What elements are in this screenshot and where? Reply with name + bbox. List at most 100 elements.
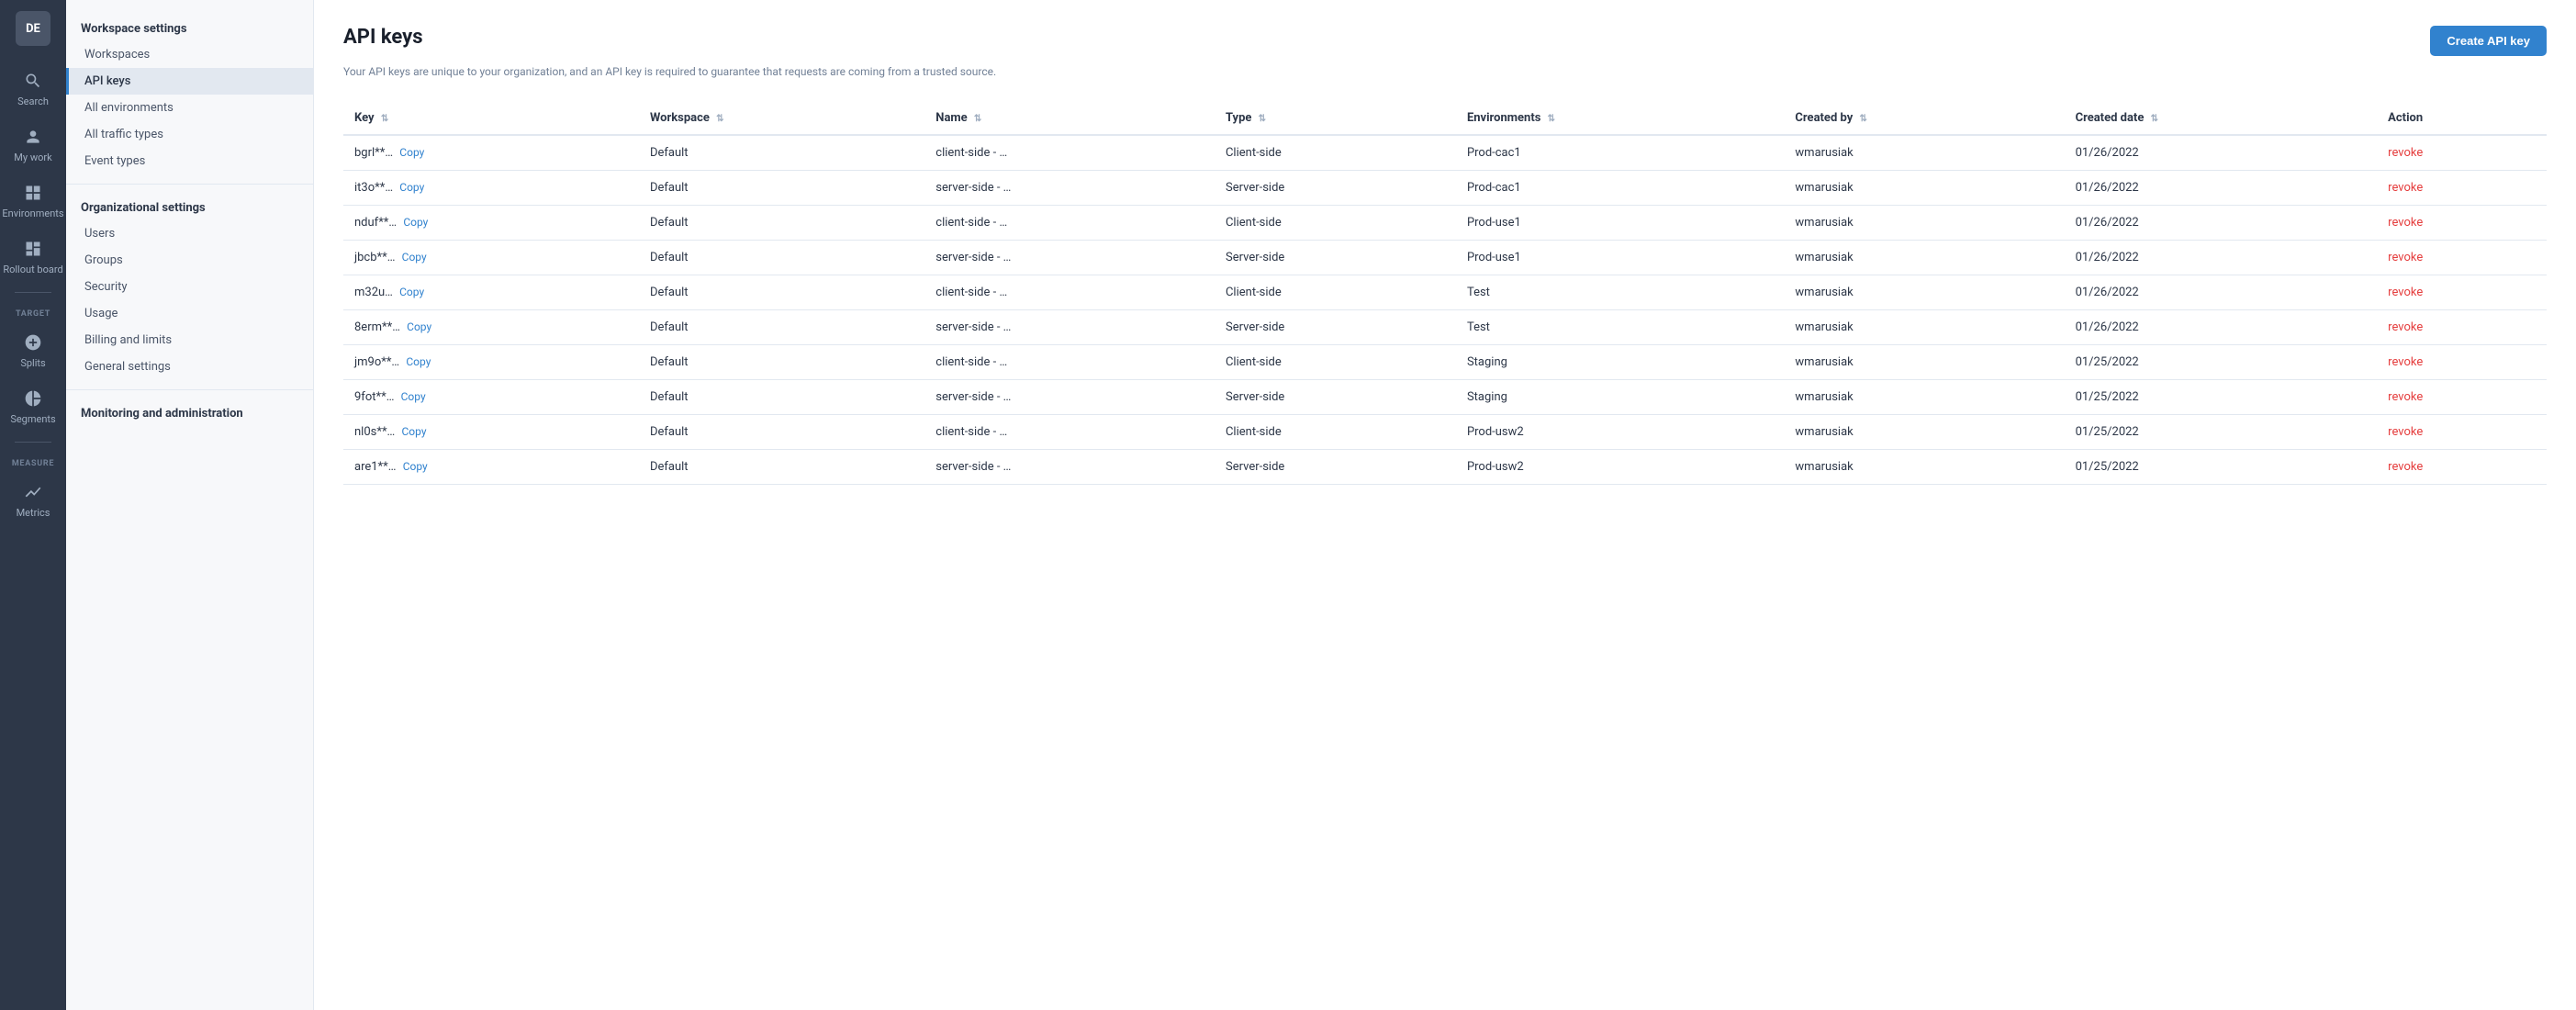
cell-created-by-8: wmarusiak <box>1784 415 2064 450</box>
sidebar-item-workspaces[interactable]: Workspaces <box>66 41 313 68</box>
main-content: API keys Create API key Your API keys ar… <box>314 0 2576 1010</box>
table-header: Key ⇅ Workspace ⇅ Name ⇅ Type ⇅ Environm… <box>343 102 2547 135</box>
copy-key-6[interactable]: Copy <box>406 355 431 368</box>
cell-workspace-5: Default <box>639 310 924 345</box>
cell-workspace-4: Default <box>639 275 924 310</box>
cell-environments-2: Prod-use1 <box>1456 206 1784 241</box>
sidebar-divider-2 <box>66 389 313 390</box>
sidebar-item-all-environments[interactable]: All environments <box>66 95 313 121</box>
revoke-key-2[interactable]: revoke <box>2388 216 2423 230</box>
sidebar-divider <box>66 184 313 185</box>
sort-icon-created-date[interactable]: ⇅ <box>2151 114 2158 124</box>
sidebar-item-all-traffic-types[interactable]: All traffic types <box>66 121 313 148</box>
nav-item-my-work[interactable]: My work <box>0 117 66 173</box>
cell-action-7: revoke <box>2377 380 2547 415</box>
cell-environments-1: Prod-cac1 <box>1456 171 1784 206</box>
nav-label-segments: Segments <box>10 413 55 425</box>
target-section-label: TARGET <box>16 300 50 322</box>
col-header-created-date: Created date ⇅ <box>2065 102 2378 135</box>
sort-icon-workspace[interactable]: ⇅ <box>716 114 723 124</box>
cell-environments-3: Prod-use1 <box>1456 241 1784 275</box>
cell-created-date-8: 01/25/2022 <box>2065 415 2378 450</box>
table-row: bgrl**… Copy Default client-side - … Cli… <box>343 135 2547 171</box>
sidebar-item-general-settings[interactable]: General settings <box>66 354 313 380</box>
cell-created-date-7: 01/25/2022 <box>2065 380 2378 415</box>
cell-name-9: server-side - … <box>924 450 1215 485</box>
nav-label-rollout-board: Rollout board <box>3 264 62 275</box>
copy-key-9[interactable]: Copy <box>403 460 428 473</box>
sort-icon-key[interactable]: ⇅ <box>381 114 388 124</box>
revoke-key-1[interactable]: revoke <box>2388 181 2423 195</box>
sort-icon-created-by[interactable]: ⇅ <box>1860 114 1867 124</box>
copy-key-3[interactable]: Copy <box>402 251 427 264</box>
nav-item-metrics[interactable]: Metrics <box>0 472 66 528</box>
cell-workspace-6: Default <box>639 345 924 380</box>
cell-workspace-8: Default <box>639 415 924 450</box>
revoke-key-8[interactable]: revoke <box>2388 425 2423 439</box>
revoke-key-0[interactable]: revoke <box>2388 146 2423 160</box>
nav-item-search[interactable]: Search <box>0 61 66 117</box>
nav-item-segments[interactable]: Segments <box>0 378 66 434</box>
create-api-key-button[interactable]: Create API key <box>2430 26 2547 56</box>
revoke-key-6[interactable]: revoke <box>2388 355 2423 369</box>
cell-action-2: revoke <box>2377 206 2547 241</box>
cell-created-date-5: 01/26/2022 <box>2065 310 2378 345</box>
sidebar-item-api-keys[interactable]: API keys <box>66 68 313 95</box>
table-row: are1**… Copy Default server-side - … Ser… <box>343 450 2547 485</box>
cell-workspace-7: Default <box>639 380 924 415</box>
copy-key-2[interactable]: Copy <box>403 216 428 229</box>
cell-type-9: Server-side <box>1215 450 1456 485</box>
sidebar-item-event-types[interactable]: Event types <box>66 148 313 174</box>
cell-workspace-0: Default <box>639 135 924 171</box>
revoke-key-4[interactable]: revoke <box>2388 286 2423 299</box>
cell-type-5: Server-side <box>1215 310 1456 345</box>
revoke-key-7[interactable]: revoke <box>2388 390 2423 404</box>
nav-item-splits[interactable]: Splits <box>0 322 66 378</box>
col-header-environments: Environments ⇅ <box>1456 102 1784 135</box>
sort-icon-environments[interactable]: ⇅ <box>1548 114 1555 124</box>
sidebar: Workspace settings Workspaces API keys A… <box>66 0 314 1010</box>
cell-key-3: jbcb**… Copy <box>343 241 639 275</box>
copy-key-1[interactable]: Copy <box>399 181 424 194</box>
person-icon <box>22 126 44 148</box>
copy-key-5[interactable]: Copy <box>407 320 431 333</box>
avatar[interactable]: DE <box>16 11 50 46</box>
sidebar-item-security[interactable]: Security <box>66 274 313 300</box>
sidebar-item-usage[interactable]: Usage <box>66 300 313 327</box>
table-row: it3o**… Copy Default server-side - … Ser… <box>343 171 2547 206</box>
cell-created-date-2: 01/26/2022 <box>2065 206 2378 241</box>
cell-name-1: server-side - … <box>924 171 1215 206</box>
cell-environments-4: Test <box>1456 275 1784 310</box>
revoke-key-3[interactable]: revoke <box>2388 251 2423 264</box>
search-icon <box>22 70 44 92</box>
cell-action-4: revoke <box>2377 275 2547 310</box>
cell-key-4: m32u… Copy <box>343 275 639 310</box>
revoke-key-9[interactable]: revoke <box>2388 460 2423 474</box>
nav-item-rollout-board[interactable]: Rollout board <box>0 229 66 285</box>
org-settings-title: Organizational settings <box>66 194 313 220</box>
revoke-key-5[interactable]: revoke <box>2388 320 2423 334</box>
copy-key-4[interactable]: Copy <box>399 286 424 298</box>
main-header: API keys Create API key <box>343 26 2547 56</box>
cell-type-2: Client-side <box>1215 206 1456 241</box>
cell-type-6: Client-side <box>1215 345 1456 380</box>
copy-key-8[interactable]: Copy <box>401 425 426 438</box>
copy-key-7[interactable]: Copy <box>401 390 426 403</box>
pie-chart-icon <box>22 387 44 410</box>
cell-key-6: jm9o**… Copy <box>343 345 639 380</box>
sidebar-item-billing-and-limits[interactable]: Billing and limits <box>66 327 313 354</box>
cell-created-by-4: wmarusiak <box>1784 275 2064 310</box>
copy-key-0[interactable]: Copy <box>399 146 424 159</box>
nav-item-environments[interactable]: Environments <box>0 173 66 229</box>
sort-icon-name[interactable]: ⇅ <box>974 114 981 124</box>
sidebar-item-groups[interactable]: Groups <box>66 247 313 274</box>
cell-environments-8: Prod-usw2 <box>1456 415 1784 450</box>
sidebar-item-users[interactable]: Users <box>66 220 313 247</box>
monitoring-title: Monitoring and administration <box>66 399 313 426</box>
cell-action-1: revoke <box>2377 171 2547 206</box>
col-header-type: Type ⇅ <box>1215 102 1456 135</box>
cell-created-by-7: wmarusiak <box>1784 380 2064 415</box>
table-row: jm9o**… Copy Default client-side - … Cli… <box>343 345 2547 380</box>
sort-icon-type[interactable]: ⇅ <box>1259 114 1266 124</box>
cell-workspace-9: Default <box>639 450 924 485</box>
